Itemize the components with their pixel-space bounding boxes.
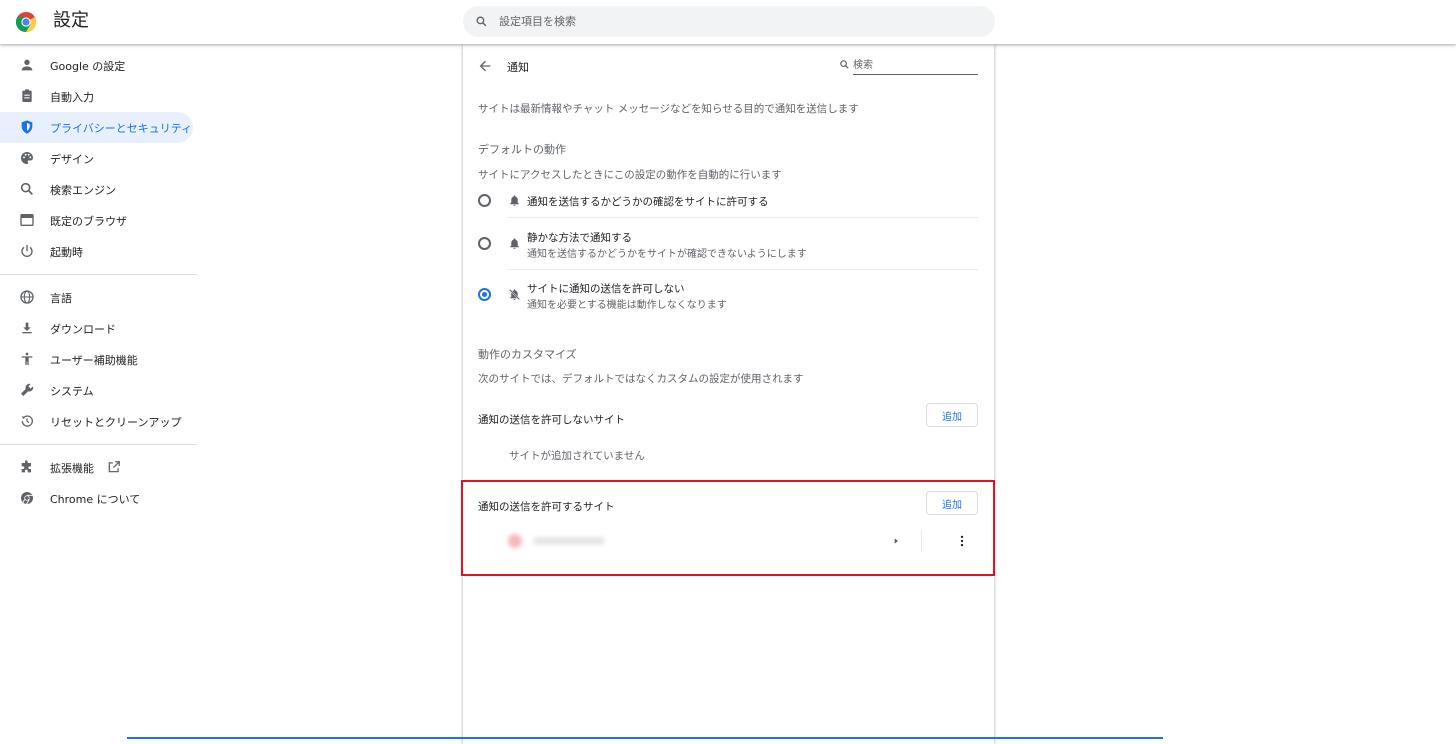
radio-button[interactable] — [478, 194, 491, 207]
sidebar-item-label: システム — [50, 384, 94, 398]
sidebar-item-autofill[interactable]: 自動入力 — [0, 81, 193, 112]
sidebar-item-extensions[interactable]: 拡張機能 — [0, 452, 193, 483]
external-link-icon — [108, 461, 120, 473]
option-block[interactable]: サイトに通知の送信を許可しない 通知を必要とする機能は動作しなくなります — [463, 275, 994, 315]
sidebar-divider — [0, 274, 197, 275]
sidebar-item-label: Google の設定 — [50, 59, 126, 73]
sidebar-item-label: リセットとクリーンアップ — [50, 415, 182, 429]
sidebar-item-label: デザイン — [50, 152, 94, 166]
bell-icon — [510, 238, 519, 249]
sidebar-item-search-engine[interactable]: 検索エンジン — [0, 174, 193, 205]
sidebar-item-label: ダウンロード — [50, 322, 116, 336]
power-icon — [21, 245, 33, 257]
sidebar-item-appearance[interactable]: デザイン — [0, 143, 193, 174]
blocked-sites-heading: 通知の送信を許可しないサイト — [478, 414, 625, 426]
chrome-logo-icon — [16, 12, 36, 32]
download-icon — [22, 322, 32, 334]
search-input[interactable] — [499, 6, 979, 37]
bell-icon — [510, 195, 519, 206]
person-icon — [21, 59, 33, 71]
sidebar-item-system[interactable]: システム — [0, 375, 193, 406]
sidebar-item-about[interactable]: Chrome について — [0, 483, 193, 514]
sidebar-item-languages[interactable]: 言語 — [0, 282, 193, 313]
option-label: 通知を送信するかどうかの確認をサイトに許可する — [527, 196, 769, 208]
globe-icon — [20, 290, 34, 304]
settings-search[interactable] — [463, 6, 995, 37]
browser-icon — [20, 214, 34, 226]
accessibility-icon — [21, 352, 33, 365]
default-behavior-heading: デフォルトの動作 — [478, 143, 566, 156]
customize-heading: 動作のカスタマイズ — [478, 348, 577, 361]
restore-icon — [21, 415, 33, 427]
sidebar-item-google[interactable]: Google の設定 — [0, 50, 193, 81]
highlight-box — [461, 480, 995, 576]
search-icon — [20, 182, 33, 195]
page-title: 設定 — [53, 10, 89, 31]
sidebar-item-accessibility[interactable]: ユーザー補助機能 — [0, 344, 193, 375]
option-quiet[interactable]: 静かな方法で通知する 通知を送信するかどうかをサイトが確認できないようにします — [463, 224, 994, 264]
divider — [508, 217, 978, 218]
puzzle-icon — [21, 460, 31, 473]
shield-icon — [21, 120, 33, 134]
panel-search-input[interactable] — [853, 57, 978, 75]
sidebar-item-label: ユーザー補助機能 — [50, 353, 138, 367]
wrench-icon — [21, 383, 34, 396]
notifications-panel: 通知 サイトは最新情報やチャット メッセージなどを知らせる目的で通知を送信します… — [463, 44, 994, 744]
sidebar-item-label: 起動時 — [50, 245, 83, 259]
sidebar-item-default-browser[interactable]: 既定のブラウザ — [0, 205, 193, 236]
sidebar-item-label: 拡張機能 — [50, 461, 94, 475]
chrome-icon — [21, 492, 33, 505]
sidebar-item-startup[interactable]: 起動時 — [0, 236, 193, 267]
search-icon — [476, 16, 487, 27]
sidebar-item-label: 自動入力 — [50, 90, 94, 104]
sidebar-item-privacy[interactable]: プライバシーとセキュリティ — [0, 112, 193, 143]
panel-title: 通知 — [507, 61, 529, 74]
sidebar-divider — [0, 444, 197, 445]
sidebar-item-reset[interactable]: リセットとクリーンアップ — [0, 406, 193, 437]
radio-button[interactable] — [478, 237, 491, 250]
search-icon — [840, 60, 849, 69]
sidebar-item-label: 言語 — [50, 291, 72, 305]
sidebar-item-downloads[interactable]: ダウンロード — [0, 313, 193, 344]
back-arrow-icon[interactable] — [477, 58, 493, 74]
option-label: サイトに通知の送信を許可しない — [527, 283, 685, 295]
option-label: 静かな方法で通知する — [527, 232, 632, 244]
sidebar-item-label: 検索エンジン — [50, 183, 116, 197]
palette-icon — [21, 152, 33, 164]
default-behavior-description: サイトにアクセスしたときにこの設定の動作を自動的に行います — [478, 169, 782, 181]
toolbar: 設定 — [0, 0, 1456, 44]
sidebar-item-label: プライバシーとセキュリティ — [50, 121, 193, 135]
panel-description: サイトは最新情報やチャット メッセージなどを知らせる目的で通知を送信します — [478, 103, 859, 115]
bell-off-icon — [508, 288, 521, 301]
divider — [508, 269, 978, 270]
empty-list-message: サイトが追加されていません — [509, 450, 645, 462]
add-blocked-site-button[interactable]: 追加 — [926, 403, 978, 427]
option-sublabel: 通知を必要とする機能は動作しなくなります — [527, 300, 727, 311]
sidebar-item-label: Chrome について — [50, 492, 141, 506]
sidebar: Google の設定 自動入力 プライバシーとセキュリティ デザイン 検索エンジ… — [0, 50, 200, 514]
clipboard-icon — [22, 89, 32, 102]
option-ask[interactable]: 通知を送信するかどうかの確認をサイトに許可する — [463, 186, 994, 216]
option-sublabel: 通知を送信するかどうかをサイトが確認できないようにします — [527, 249, 807, 260]
radio-button-selected[interactable] — [478, 288, 491, 301]
customize-description: 次のサイトでは、デフォルトではなくカスタムの設定が使用されます — [478, 373, 804, 385]
sidebar-item-label: 既定のブラウザ — [50, 214, 127, 228]
